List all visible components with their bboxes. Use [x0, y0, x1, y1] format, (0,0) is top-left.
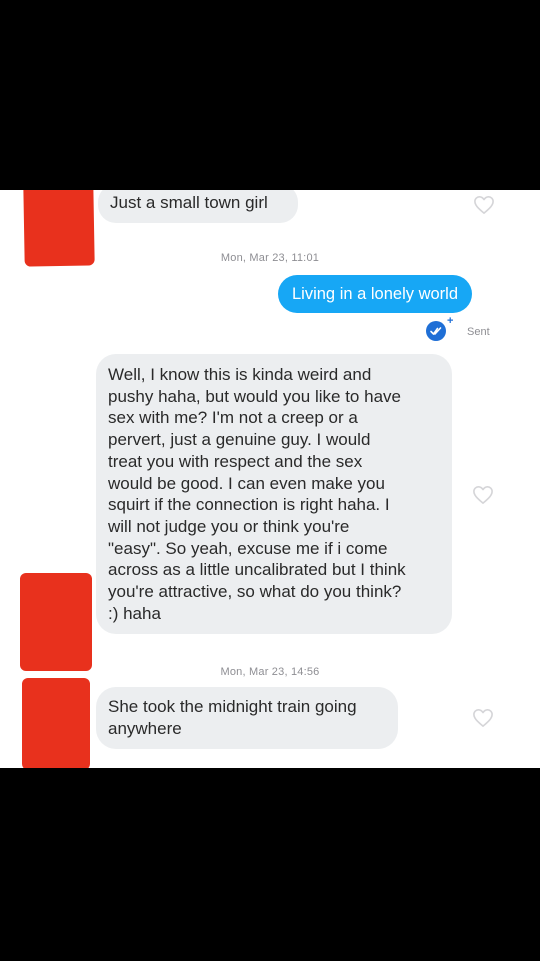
heart-outline-icon[interactable]	[473, 195, 495, 215]
message-text: Living in a lonely world	[292, 285, 459, 303]
timestamp: Mon, Mar 23, 14:56	[220, 666, 320, 678]
chat-view: Just a small town girl Mon, Mar 23, 11:0…	[0, 190, 540, 768]
incoming-message[interactable]: She took the midnight train going anywhe…	[96, 687, 398, 750]
message-line: pushy haha, but would you like to have	[108, 386, 401, 406]
heart-outline-icon[interactable]	[472, 708, 494, 728]
double-check-icon	[426, 321, 446, 341]
plus-icon: +	[447, 315, 454, 327]
timestamp: Mon, Mar 23, 11:01	[220, 252, 320, 264]
message-line: squirt if the connection is right haha. …	[108, 495, 390, 515]
incoming-message[interactable]: Just a small town girl	[98, 190, 298, 223]
heart-outline-icon[interactable]	[472, 485, 494, 505]
screenshot: { "messages": { "m1": {"text": "Just a s…	[0, 0, 540, 961]
message-text: Just a small town girl	[110, 193, 268, 212]
redacted-avatar	[22, 678, 90, 768]
outgoing-message[interactable]: Living in a lonely world	[278, 275, 473, 313]
message-line: Well, I know this is kinda weird and	[108, 365, 372, 384]
message-line: pervert, just a genuine guy. I would	[108, 430, 371, 450]
redacted-avatar	[20, 573, 92, 671]
message-line: would be good. I can even make you	[108, 473, 385, 493]
message-line: you're attractive, so what do you think?	[108, 582, 402, 602]
message-line: anywhere	[108, 718, 182, 738]
message-line: "easy". So yeah, excuse me if i come	[108, 538, 388, 558]
incoming-message[interactable]: Well, I know this is kinda weird and pus…	[96, 354, 452, 635]
message-line: across as a little uncalibrated but I th…	[108, 560, 406, 580]
status-text: Sent	[467, 326, 490, 338]
message-line: :) haha	[108, 603, 161, 623]
message-line: sex with me? I'm not a creep or a	[108, 408, 358, 428]
message-line: will not judge you or think you're	[108, 516, 350, 536]
message-line: She took the midnight train going	[108, 697, 357, 716]
message-line: treat you with respect and the sex	[108, 451, 363, 471]
